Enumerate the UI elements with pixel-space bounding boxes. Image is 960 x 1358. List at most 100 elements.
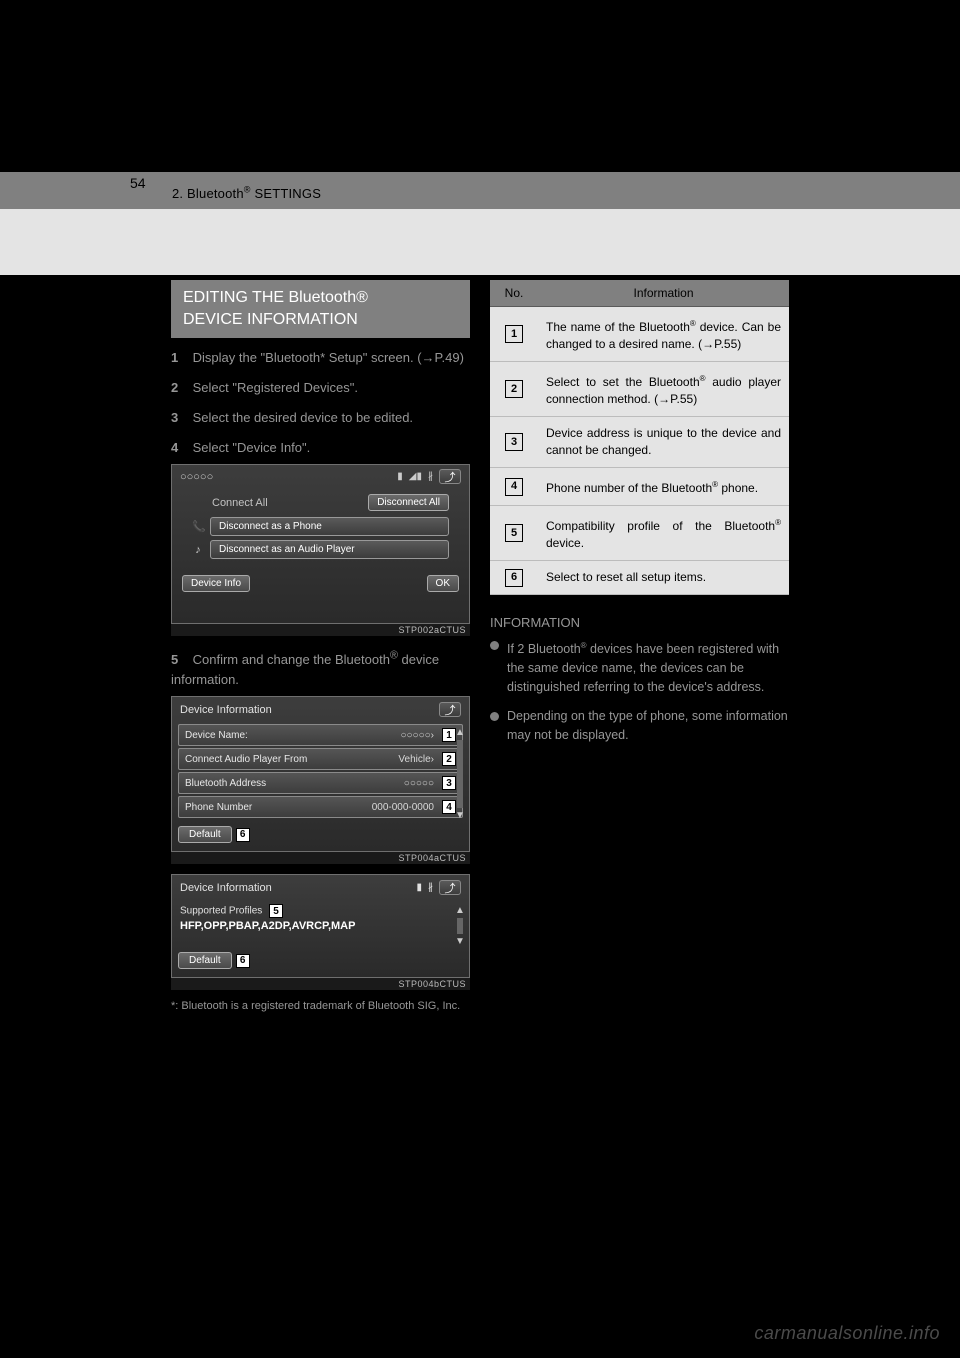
chevron-down-icon: ▼ <box>455 810 465 821</box>
disconnect-audio-button[interactable]: Disconnect as an Audio Player <box>210 540 449 559</box>
information-heading: INFORMATION <box>490 615 789 630</box>
callout-3: 3 <box>442 776 456 790</box>
step-4-text: Select "Device Info". <box>193 440 311 455</box>
table-row: 3Device address is unique to the device … <box>490 417 789 468</box>
row-value: ○○○○○› <box>400 730 434 741</box>
disconnect-all-button[interactable]: Disconnect All <box>368 494 449 511</box>
supported-profiles-label: Supported Profiles <box>180 906 262 917</box>
table-cell-info: Compatibility profile of the Bluetooth® … <box>538 506 789 561</box>
info-bullet: If 2 Bluetooth® devices have been regist… <box>490 636 789 697</box>
table-cell-info: Select to set the Bluetooth® audio playe… <box>538 362 789 417</box>
bluetooth-icon-3: ∦ <box>428 882 433 893</box>
shot1-caption: STP002aCTUS <box>171 624 470 636</box>
table-cell-no: 5 <box>490 506 538 561</box>
step-4: 4 Select "Device Info". <box>171 438 470 458</box>
scroll-track-2 <box>457 918 463 934</box>
section-title-line1: EDITING THE Bluetooth® <box>183 289 368 306</box>
table-row: 1The name of the Bluetooth® device. Can … <box>490 307 789 362</box>
supported-profiles-value: HFP,OPP,PBAP,A2DP,AVRCP,MAP <box>172 920 469 946</box>
scroll-indicator[interactable]: ▲ ▼ <box>455 727 465 821</box>
callout-6a: 6 <box>236 828 250 842</box>
table-head-no: No. <box>490 280 538 307</box>
information-bullets: If 2 Bluetooth® devices have been regist… <box>490 636 789 745</box>
table-cell-no: 2 <box>490 362 538 417</box>
step-1: 1 Display the "Bluetooth* Setup" screen.… <box>171 348 470 368</box>
section-title: EDITING THE Bluetooth® DEVICE INFORMATIO… <box>171 280 470 338</box>
device-info-button[interactable]: Device Info <box>182 575 250 592</box>
chevron-up-icon-2: ▲ <box>455 905 465 916</box>
bullet-text: If 2 Bluetooth® devices have been regist… <box>507 636 789 697</box>
table-cell-info: Select to reset all setup items. <box>538 561 789 595</box>
signal-icon: ◢▮ <box>409 471 422 482</box>
chevron-down-icon-2: ▼ <box>455 936 465 947</box>
info-table: No. Information 1The name of the Bluetoo… <box>490 280 789 595</box>
back-button-3[interactable]: ⤴ <box>439 880 461 895</box>
left-column: EDITING THE Bluetooth® DEVICE INFORMATIO… <box>171 280 470 1012</box>
row-value: ○○○○○ <box>404 778 434 789</box>
table-cell-no: 3 <box>490 417 538 468</box>
device-info-row[interactable]: Device Name:○○○○○› 1 <box>178 724 463 746</box>
row-label: Connect Audio Player From <box>185 754 398 765</box>
step-2: 2 Select "Registered Devices". <box>171 378 470 398</box>
step-2-num: 2 <box>171 378 189 398</box>
step-3-num: 3 <box>171 408 189 428</box>
callout-1: 1 <box>442 728 456 742</box>
row-label: Bluetooth Address <box>185 778 404 789</box>
step-5-text: Confirm and change the Bluetooth® device… <box>171 652 439 687</box>
right-column: No. Information 1The name of the Bluetoo… <box>490 280 789 1012</box>
step-2-text: Select "Registered Devices". <box>193 380 358 395</box>
callout-6b: 6 <box>236 954 250 968</box>
phone-icon: 📞 <box>192 520 204 533</box>
step-5: 5 Confirm and change the Bluetooth® devi… <box>171 646 470 690</box>
step-3-text: Select the desired device to be edited. <box>193 410 413 425</box>
default-button[interactable]: Default <box>178 826 232 843</box>
chevron-up-icon: ▲ <box>455 727 465 738</box>
row-label: Phone Number <box>185 802 372 813</box>
device-info-row[interactable]: Connect Audio Player FromVehicle›2 <box>178 748 463 770</box>
default-button-2[interactable]: Default <box>178 952 232 969</box>
scroll-track <box>457 740 463 808</box>
callout-5: 5 <box>269 904 283 918</box>
ok-button[interactable]: OK <box>427 575 459 592</box>
bluetooth-icon: ∦ <box>428 471 433 482</box>
bluetooth-footnote: *: Bluetooth is a registered trademark o… <box>171 1000 470 1012</box>
table-row: 2Select to set the Bluetooth® audio play… <box>490 362 789 417</box>
header-pale-band <box>0 209 960 275</box>
shot2-caption: STP004aCTUS <box>171 852 470 864</box>
bullet-text: Depending on the type of phone, some inf… <box>507 707 789 745</box>
disconnect-phone-button[interactable]: Disconnect as a Phone <box>210 517 449 536</box>
screenshot-device-info-2: Device Information ▮ ∦ ⤴ Supported Profi… <box>171 874 470 978</box>
row-label: Device Name: <box>185 730 400 741</box>
step-4-num: 4 <box>171 438 189 458</box>
screenshot-connect: ○○○○○ ▮ ◢▮ ∦ ⤴ Connect All Disconnect Al… <box>171 464 470 624</box>
header-text: 2. Bluetooth® SETTINGS <box>172 186 321 201</box>
music-icon: ♪ <box>192 544 204 556</box>
step-5-num: 5 <box>171 650 189 670</box>
back-button[interactable]: ⤴ <box>439 469 461 484</box>
bullet-dot-icon <box>490 641 499 650</box>
table-row: 6Select to reset all setup items. <box>490 561 789 595</box>
scroll-indicator-2[interactable]: ▲ ▼ <box>455 905 465 947</box>
bullet-dot-icon <box>490 712 499 721</box>
status-icons-3: ▮ ∦ ⤴ <box>416 880 461 895</box>
table-row: 4Phone number of the Bluetooth® phone. <box>490 468 789 506</box>
shot2-header: Device Information <box>180 704 272 716</box>
shot1-title: ○○○○○ <box>180 471 213 483</box>
back-button-2[interactable]: ⤴ <box>439 702 461 717</box>
table-cell-info: Phone number of the Bluetooth® phone. <box>538 468 789 506</box>
section-title-line2: DEVICE INFORMATION <box>183 311 358 328</box>
battery-icon-3: ▮ <box>416 882 422 893</box>
status-icons: ▮ ◢▮ ∦ ⤴ <box>397 469 461 484</box>
device-info-row: Bluetooth Address○○○○○ 3 <box>178 772 463 794</box>
connect-all-link[interactable]: Connect All <box>212 497 268 509</box>
shot3-caption: STP004bCTUS <box>171 978 470 990</box>
info-bullet: Depending on the type of phone, some inf… <box>490 707 789 745</box>
table-cell-no: 6 <box>490 561 538 595</box>
callout-4: 4 <box>442 800 456 814</box>
table-cell-no: 1 <box>490 307 538 362</box>
table-cell-info: The name of the Bluetooth® device. Can b… <box>538 307 789 362</box>
watermark: carmanualsonline.info <box>754 1323 940 1344</box>
step-1-text: Display the "Bluetooth* Setup" screen. (… <box>193 350 464 365</box>
screenshot-device-info-1: Device Information ⤴ Device Name:○○○○○› 1… <box>171 696 470 852</box>
table-head-info: Information <box>538 280 789 307</box>
